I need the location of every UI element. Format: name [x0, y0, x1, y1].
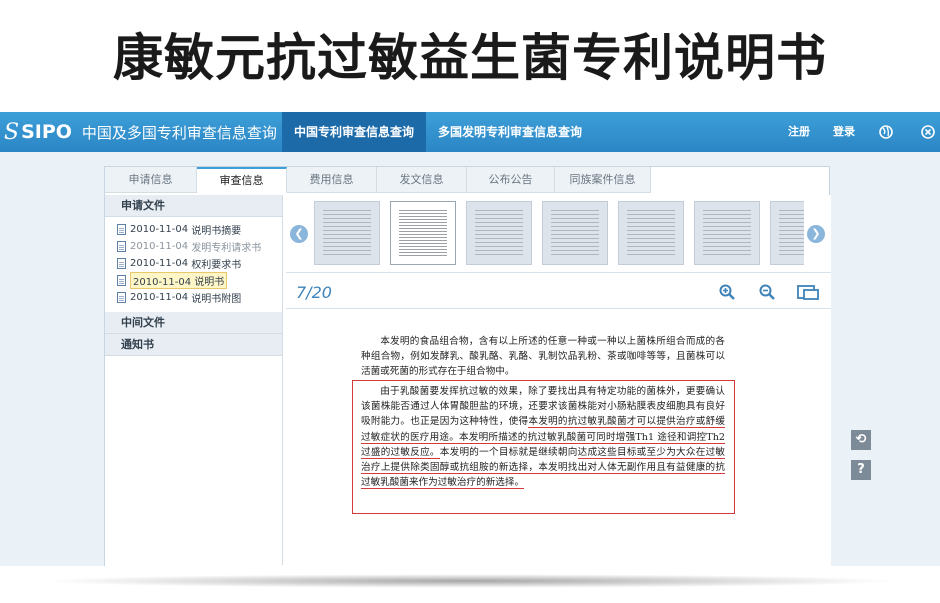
chevron-left-icon[interactable]: ❮ — [290, 225, 308, 243]
detail-panel: 申请信息 审查信息 费用信息 发文信息 公布公告 同族案件信息 申请文件 201… — [104, 166, 831, 567]
selected-doc-label: 2010-11-04 说明书 — [130, 272, 228, 289]
doc-paragraph-highlighted: 由于乳酸菌要发挥抗过敏的效果，除了要找出具有特定功能的菌株外，更要确认该菌株能否… — [361, 384, 726, 490]
tab-fee-info[interactable]: 费用信息 — [287, 167, 377, 193]
document-icon — [117, 241, 126, 252]
page-title: 康敏元抗过敏益生菌专利说明书 — [113, 29, 827, 87]
doc-name: 发明专利请求书 — [191, 243, 262, 254]
nav-tab-china-patent[interactable]: 中国专利审查信息查询 — [282, 112, 426, 152]
zoom-in-icon[interactable] — [718, 283, 736, 301]
help-icon[interactable]: ? — [851, 460, 871, 480]
doc-date: 2010-11-04 — [130, 224, 189, 235]
document-icon — [117, 224, 126, 235]
page-thumbnail[interactable] — [466, 201, 532, 265]
list-item[interactable]: 2010-11-04 说明书摘要 — [117, 221, 282, 238]
sidebar-section-application-docs[interactable]: 申请文件 — [105, 195, 282, 217]
page-thumbnail[interactable] — [618, 201, 684, 265]
page-thumbnail[interactable] — [770, 201, 804, 265]
tab-publication[interactable]: 公布公告 — [467, 167, 555, 193]
zoom-out-icon[interactable] — [758, 283, 776, 301]
sipo-logo[interactable]: S SIPO 中国及多国专利审查信息查询 — [0, 112, 277, 152]
close-icon[interactable] — [920, 124, 936, 140]
tab-examination-info[interactable]: 审查信息 — [197, 167, 287, 193]
doc-name: 说明书附图 — [191, 294, 242, 305]
return-icon[interactable]: ⟲ — [851, 430, 871, 450]
doc-text: 本发明的一个目标就是继续朝向 — [439, 446, 578, 458]
top-navbar: S SIPO 中国及多国专利审查信息查询 中国专利审查信息查询 多国发明专利审查… — [0, 112, 940, 152]
page-thumbnail[interactable] — [314, 201, 380, 265]
site-name: 中国及多国专利审查信息查询 — [81, 123, 277, 142]
page-thumbnail[interactable] — [542, 201, 608, 265]
tab-dispatch-info[interactable]: 发文信息 — [377, 167, 467, 193]
list-item-selected[interactable]: 2010-11-04 说明书 — [117, 272, 282, 289]
decorative-shadow — [40, 574, 900, 588]
doc-name: 说明书 — [194, 277, 225, 288]
chevron-right-icon[interactable]: ❯ — [807, 225, 825, 243]
doc-date: 2010-11-04 — [130, 241, 189, 252]
sipo-logo-text: SIPO — [21, 121, 72, 143]
list-item[interactable]: 2010-11-04 说明书附图 — [117, 289, 282, 306]
login-link[interactable]: 登录 — [833, 112, 855, 152]
list-item[interactable]: 2010-11-04 发明专利请求书 — [117, 238, 282, 255]
sipo-logo-icon: S — [4, 119, 20, 145]
doc-date: 2010-11-04 — [130, 258, 189, 269]
sidebar-section-notices[interactable]: 通知书 — [105, 334, 282, 356]
page-thumbnail-active[interactable] — [390, 201, 456, 265]
document-icon — [117, 275, 126, 286]
page-thumbnail[interactable] — [694, 201, 760, 265]
sidebar-section-intermediate-docs[interactable]: 中间文件 — [105, 312, 282, 334]
list-item[interactable]: 2010-11-04 权利要求书 — [117, 255, 282, 272]
thumbnail-list — [314, 201, 804, 265]
detail-tabs: 申请信息 审查信息 费用信息 发文信息 公布公告 同族案件信息 — [105, 167, 651, 193]
document-page: 本发明的食品组合物，含有以上所述的任意一种或一种以上菌株所组合而成的各种组合物，… — [286, 310, 831, 567]
page-toolbar: 7/20 — [286, 275, 831, 309]
globe-icon[interactable] — [878, 124, 894, 140]
doc-name: 权利要求书 — [191, 260, 242, 271]
screenshot-root: 康敏元抗过敏益生菌专利说明书 S SIPO 中国及多国专利审查信息查询 中国专利… — [0, 0, 940, 603]
tab-application-info[interactable]: 申请信息 — [105, 167, 197, 193]
register-link[interactable]: 注册 — [788, 112, 810, 152]
fit-window-icon[interactable] — [796, 283, 820, 301]
tab-family-cases[interactable]: 同族案件信息 — [555, 167, 651, 193]
doc-name: 说明书摘要 — [191, 226, 242, 237]
content-area: 申请信息 审查信息 费用信息 发文信息 公布公告 同族案件信息 申请文件 201… — [0, 152, 940, 567]
document-sidebar: 申请文件 2010-11-04 说明书摘要 2010-11-04 发明专利请求书… — [105, 195, 283, 565]
doc-paragraph: 本发明的食品组合物，含有以上所述的任意一种或一种以上菌株所组合而成的各种组合物，… — [361, 336, 725, 378]
nav-tab-multi-country-patent[interactable]: 多国发明专利审查信息查询 — [426, 112, 596, 152]
thumbnail-strip: ❮ ❯ — [286, 195, 831, 273]
application-doc-list: 2010-11-04 说明书摘要 2010-11-04 发明专利请求书 2010… — [105, 217, 282, 312]
doc-date: 2010-11-04 — [130, 292, 189, 303]
doc-date: 2010-11-04 — [133, 277, 192, 288]
document-viewer: ❮ ❯ 7/20 本发明的食品组合物，含有以上所述的任意一种或一种以上菌株所组合… — [286, 195, 831, 567]
document-icon — [117, 258, 126, 269]
document-icon — [117, 292, 126, 303]
page-indicator: 7/20 — [296, 283, 332, 302]
